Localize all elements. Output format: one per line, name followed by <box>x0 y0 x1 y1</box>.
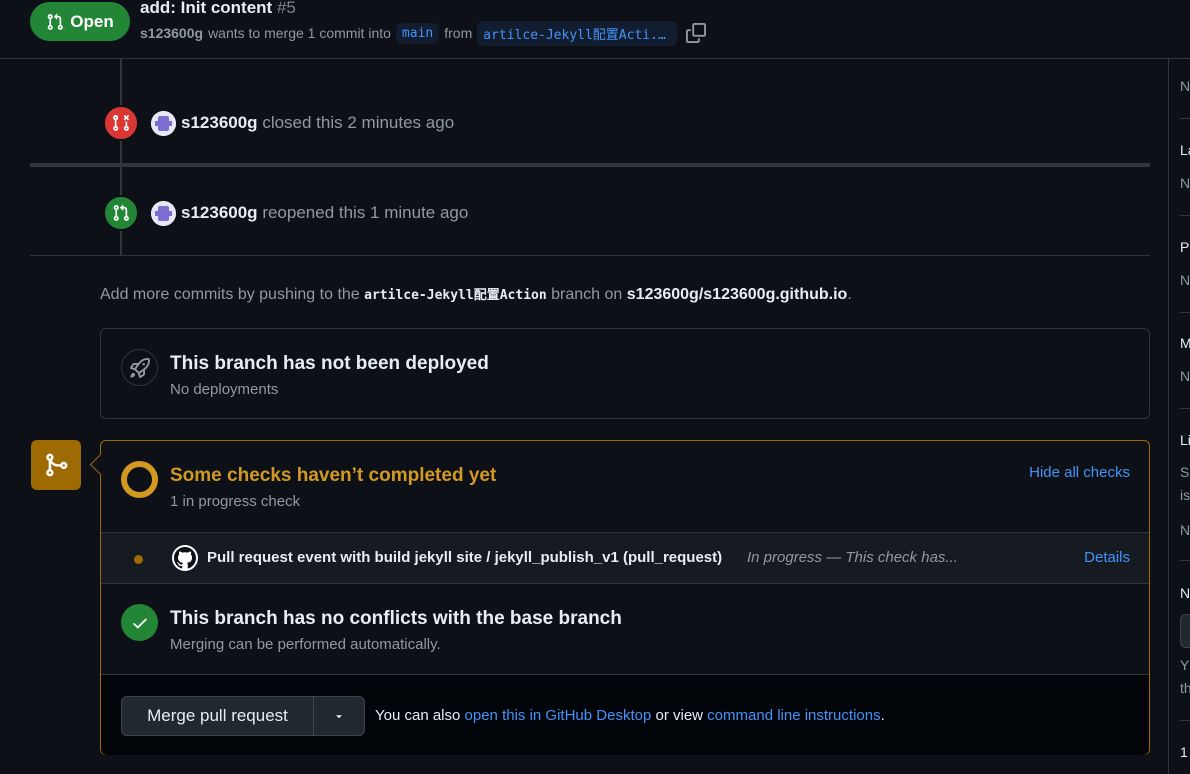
check-name: Pull request event with build jekyll sit… <box>207 549 723 566</box>
sidebar-item: N <box>1180 522 1190 538</box>
check-details-link[interactable]: Details <box>1084 549 1130 566</box>
merge-method-dropdown[interactable] <box>314 697 364 735</box>
rocket-icon <box>121 349 158 386</box>
timeline-separator <box>30 255 1150 256</box>
sidebar-separator <box>1180 118 1190 119</box>
sidebar-heading[interactable]: Li <box>1180 432 1190 448</box>
closed-pr-icon <box>103 105 139 141</box>
pr-header: Open add: Init content #5 s123600g wants… <box>0 0 1190 59</box>
deploy-subtitle: No deployments <box>170 381 279 398</box>
caret-down-icon <box>336 715 342 719</box>
merge-pull-request-button[interactable]: Merge pull request <box>122 697 314 735</box>
hint-prefix: Add more commits by pushing to the <box>100 286 360 303</box>
merge-alt-prefix: You can also <box>375 707 461 724</box>
pr-meta: s123600g wants to merge 1 commit into ma… <box>140 20 707 46</box>
pr-from-text: from <box>444 25 473 41</box>
github-actions-icon <box>172 545 198 571</box>
sidebar-separator <box>1180 408 1190 409</box>
merge-alt-middle: or view <box>655 707 703 724</box>
sidebar-heading[interactable]: La <box>1180 142 1190 158</box>
head-branch-tag[interactable]: artilce-Jekyll配置Acti... <box>477 20 678 46</box>
sidebar-item: Yc <box>1180 657 1190 673</box>
avatar[interactable] <box>151 110 176 136</box>
command-line-instructions-link[interactable]: command line instructions <box>707 707 880 724</box>
base-branch-tag[interactable]: main <box>395 22 440 44</box>
sidebar-separator <box>1180 215 1190 216</box>
sidebar-button[interactable] <box>1180 614 1190 648</box>
sidebar-divider <box>1168 59 1169 774</box>
timeline-reopened-event: s123600g reopened this 1 minute ago <box>103 195 468 231</box>
push-hint: Add more commits by pushing to the artil… <box>100 284 852 304</box>
sidebar-item: 1 <box>1180 744 1188 760</box>
pr-state-label: Open <box>70 11 114 31</box>
timeline-closed-event: s123600g closed this 2 minutes ago <box>103 105 454 141</box>
check-status: In progress — This check has... <box>747 549 958 566</box>
checks-subtitle: 1 in progress check <box>170 493 301 510</box>
check-circle-icon <box>121 604 158 641</box>
sidebar-heading[interactable]: M <box>1180 335 1190 351</box>
git-pull-request-icon <box>47 13 64 30</box>
copy-icon[interactable] <box>686 23 707 43</box>
hint-branch: artilce-Jekyll配置Action <box>364 288 547 303</box>
merge-footer: Merge pull request You can also open thi… <box>101 674 1149 755</box>
checks-title: Some checks haven’t completed yet <box>170 465 497 486</box>
sidebar-separator <box>1180 560 1190 561</box>
event-user-link[interactable]: s123600g <box>181 113 258 132</box>
in-progress-dot-icon <box>134 555 143 564</box>
hint-suffix: . <box>847 286 852 303</box>
deployment-box: This branch has not been deployed No dep… <box>100 328 1150 419</box>
git-merge-icon <box>31 440 81 490</box>
sidebar-item: th <box>1180 680 1190 696</box>
sidebar-item: is <box>1180 487 1190 503</box>
conflicts-title: This branch has no conflicts with the ba… <box>170 608 622 629</box>
pr-number: #5 <box>276 0 296 17</box>
event-description: closed this 2 minutes ago <box>262 113 455 132</box>
merge-alternatives-text: You can also open this in GitHub Desktop… <box>375 707 885 724</box>
pending-status-icon <box>121 461 158 498</box>
hide-all-checks-link[interactable]: Hide all checks <box>1029 464 1130 481</box>
check-row: Pull request event with build jekyll sit… <box>101 532 1149 584</box>
pr-title: add: Init content #5 <box>140 0 296 18</box>
sidebar-item: N <box>1180 368 1190 384</box>
pr-merge-text: wants to merge 1 commit into <box>208 25 391 41</box>
sidebar-heading[interactable]: N <box>1180 585 1190 601</box>
sidebar-item: Sı <box>1180 464 1190 480</box>
reopened-event-text: s123600g reopened this 1 minute ago <box>181 203 468 223</box>
pr-title-text: add: Init content <box>140 0 273 17</box>
sidebar-separator <box>1180 720 1190 721</box>
closed-event-text: s123600g closed this 2 minutes ago <box>181 113 454 133</box>
pr-state-badge: Open <box>30 2 130 41</box>
pr-author-link[interactable]: s123600g <box>140 25 203 41</box>
sidebar-separator <box>1180 312 1190 313</box>
sidebar-item: N <box>1180 175 1190 191</box>
deploy-title: This branch has not been deployed <box>170 353 489 374</box>
avatar[interactable] <box>151 200 176 226</box>
event-description: reopened this 1 minute ago <box>262 203 469 222</box>
conflicts-subtitle: Merging can be performed automatically. <box>170 636 441 653</box>
reopened-pr-icon <box>103 195 139 231</box>
sidebar-item: N <box>1180 272 1190 288</box>
sidebar-heading[interactable]: Pl <box>1180 239 1190 255</box>
open-github-desktop-link[interactable]: open this in GitHub Desktop <box>465 707 652 724</box>
sidebar-item: N <box>1180 78 1190 94</box>
timeline-separator <box>30 163 1150 167</box>
merge-box: Some checks haven’t completed yet 1 in p… <box>100 440 1150 755</box>
merge-alt-suffix: . <box>880 707 885 724</box>
event-user-link[interactable]: s123600g <box>181 203 258 222</box>
merge-button-group: Merge pull request <box>121 696 365 736</box>
hint-repo: s123600g/s123600g.github.io <box>626 286 848 303</box>
hint-middle: branch on <box>551 286 623 303</box>
